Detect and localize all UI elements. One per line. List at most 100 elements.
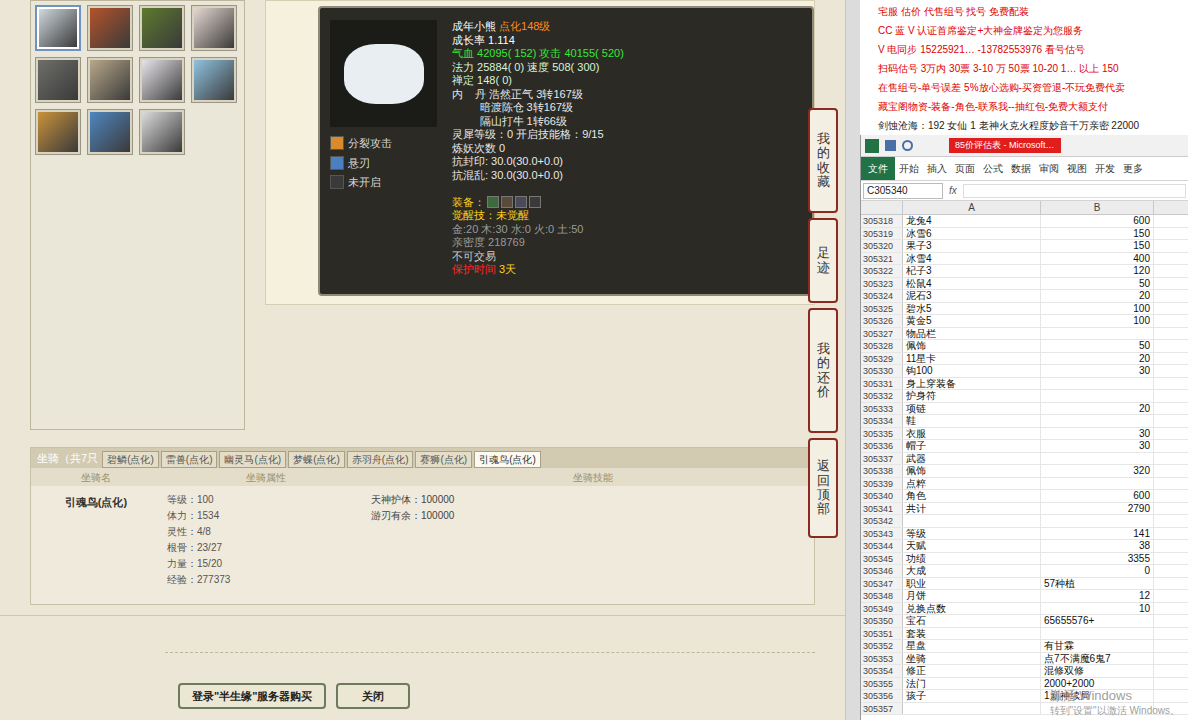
cell[interactable]: 20 <box>1041 290 1154 302</box>
cell[interactable] <box>1041 478 1154 490</box>
cell[interactable]: 物品栏 <box>903 328 1041 340</box>
cell[interactable]: 帽子 <box>903 440 1041 452</box>
cell[interactable]: 150 <box>1041 240 1154 252</box>
cell[interactable]: 混修双修 <box>1041 665 1154 677</box>
pet-avatar[interactable] <box>139 5 185 51</box>
cell[interactable]: 泥石3 <box>903 290 1041 302</box>
cell[interactable]: 600 <box>1041 490 1154 502</box>
pet-avatar[interactable] <box>87 57 133 103</box>
cell[interactable]: 点7不满魔6鬼7 <box>1041 653 1154 665</box>
cell[interactable]: 11星卡 <box>903 353 1041 365</box>
cell[interactable]: 120 <box>1041 265 1154 277</box>
cell[interactable]: 100 <box>1041 303 1154 315</box>
cell[interactable]: 护身符 <box>903 390 1041 402</box>
ribbon-tab[interactable]: 数据 <box>1007 161 1035 176</box>
cell[interactable]: 150 <box>1041 228 1154 240</box>
cell[interactable]: 2790 <box>1041 503 1154 515</box>
cell[interactable]: 冰雪4 <box>903 253 1041 265</box>
equip-icon[interactable] <box>501 196 513 208</box>
cell[interactable]: 佩饰 <box>903 465 1041 477</box>
ribbon-tab[interactable]: 视图 <box>1063 161 1091 176</box>
mount-tab[interactable]: 赤羽舟(点化) <box>347 451 414 468</box>
cell[interactable]: 项链 <box>903 403 1041 415</box>
cell[interactable] <box>1041 390 1154 402</box>
page-scrollbar[interactable] <box>845 0 860 720</box>
cell[interactable]: 12 <box>1041 590 1154 602</box>
cell[interactable]: 57种植 <box>1041 578 1154 590</box>
mount-tab[interactable]: 引魂鸟(点化) <box>474 451 541 468</box>
pet-skill[interactable]: 未开启 <box>330 174 440 191</box>
undo-icon[interactable] <box>902 140 913 151</box>
cell[interactable]: 10 <box>1041 603 1154 615</box>
pet-avatar[interactable] <box>35 5 81 51</box>
cell[interactable]: 杞子3 <box>903 265 1041 277</box>
cell[interactable]: 坐骑 <box>903 653 1041 665</box>
cell[interactable] <box>1041 378 1154 390</box>
mount-tab[interactable]: 雷兽(点化) <box>161 451 218 468</box>
cell[interactable]: 400 <box>1041 253 1154 265</box>
cell[interactable]: 20 <box>1041 353 1154 365</box>
pet-avatar[interactable] <box>87 109 133 155</box>
cell[interactable]: 3355 <box>1041 553 1154 565</box>
cell[interactable]: 30 <box>1041 365 1154 377</box>
cell[interactable]: 600 <box>1041 215 1154 227</box>
pet-avatar[interactable] <box>35 109 81 155</box>
cell[interactable]: 钩100 <box>903 365 1041 377</box>
cell[interactable]: 修正 <box>903 665 1041 677</box>
cell[interactable]: 320 <box>1041 465 1154 477</box>
cell[interactable]: 141 <box>1041 528 1154 540</box>
cell[interactable]: 38 <box>1041 540 1154 552</box>
cell[interactable]: 大成 <box>903 565 1041 577</box>
cell[interactable]: 职业 <box>903 578 1041 590</box>
cell[interactable]: 点粹 <box>903 478 1041 490</box>
cell[interactable]: 龙兔4 <box>903 215 1041 227</box>
cell[interactable]: 衣服 <box>903 428 1041 440</box>
ribbon-tab[interactable]: 公式 <box>979 161 1007 176</box>
name-box[interactable]: C305340 <box>863 183 943 199</box>
cell[interactable]: 2000+2000 <box>1041 678 1154 690</box>
cell[interactable] <box>1041 515 1154 527</box>
save-icon[interactable] <box>885 140 896 151</box>
cell[interactable]: 有甘霖 <box>1041 640 1154 652</box>
cell[interactable]: 武器 <box>903 453 1041 465</box>
cell[interactable]: 星盘 <box>903 640 1041 652</box>
cell[interactable]: 50 <box>1041 340 1154 352</box>
cell[interactable] <box>1041 628 1154 640</box>
cell[interactable]: 佩饰 <box>903 340 1041 352</box>
side-tab[interactable]: 我的还价 <box>808 308 838 433</box>
pet-avatar[interactable] <box>87 5 133 51</box>
cell[interactable]: 鞋 <box>903 415 1041 427</box>
cell[interactable]: 0 <box>1041 565 1154 577</box>
equip-icon[interactable] <box>487 196 499 208</box>
cell[interactable]: 套装 <box>903 628 1041 640</box>
cell[interactable]: 身上穿装备 <box>903 378 1041 390</box>
cell[interactable]: 等级 <box>903 528 1041 540</box>
cell[interactable]: 冰雪6 <box>903 228 1041 240</box>
pet-skill[interactable]: 悬刃 <box>330 155 440 172</box>
cell[interactable] <box>903 515 1041 527</box>
cell[interactable]: 65655576+ <box>1041 615 1154 627</box>
mount-tab[interactable]: 赛狮(点化) <box>415 451 472 468</box>
cell[interactable] <box>1041 328 1154 340</box>
cell[interactable]: 兑换点数 <box>903 603 1041 615</box>
ribbon-tab[interactable]: 审阅 <box>1035 161 1063 176</box>
ribbon-tab[interactable]: 开发 <box>1091 161 1119 176</box>
ribbon-tab[interactable]: 页面 <box>951 161 979 176</box>
ribbon-tab[interactable]: 插入 <box>923 161 951 176</box>
cell[interactable]: 20 <box>1041 403 1154 415</box>
pet-avatar[interactable] <box>139 109 185 155</box>
pet-avatar[interactable] <box>191 57 237 103</box>
mount-tab[interactable]: 幽灵马(点化) <box>219 451 286 468</box>
cell[interactable]: 碧水5 <box>903 303 1041 315</box>
cell[interactable]: 30 <box>1041 440 1154 452</box>
cell[interactable]: 宝石 <box>903 615 1041 627</box>
pet-avatar[interactable] <box>191 5 237 51</box>
side-tab[interactable]: 返回顶部 <box>808 438 838 538</box>
cell[interactable]: 50 <box>1041 278 1154 290</box>
cell[interactable]: 黄金5 <box>903 315 1041 327</box>
cell[interactable]: 月饼 <box>903 590 1041 602</box>
pet-skill[interactable]: 分裂攻击 <box>330 135 440 152</box>
pet-avatar[interactable] <box>139 57 185 103</box>
equip-icon[interactable] <box>529 196 541 208</box>
cell[interactable] <box>903 703 1041 715</box>
